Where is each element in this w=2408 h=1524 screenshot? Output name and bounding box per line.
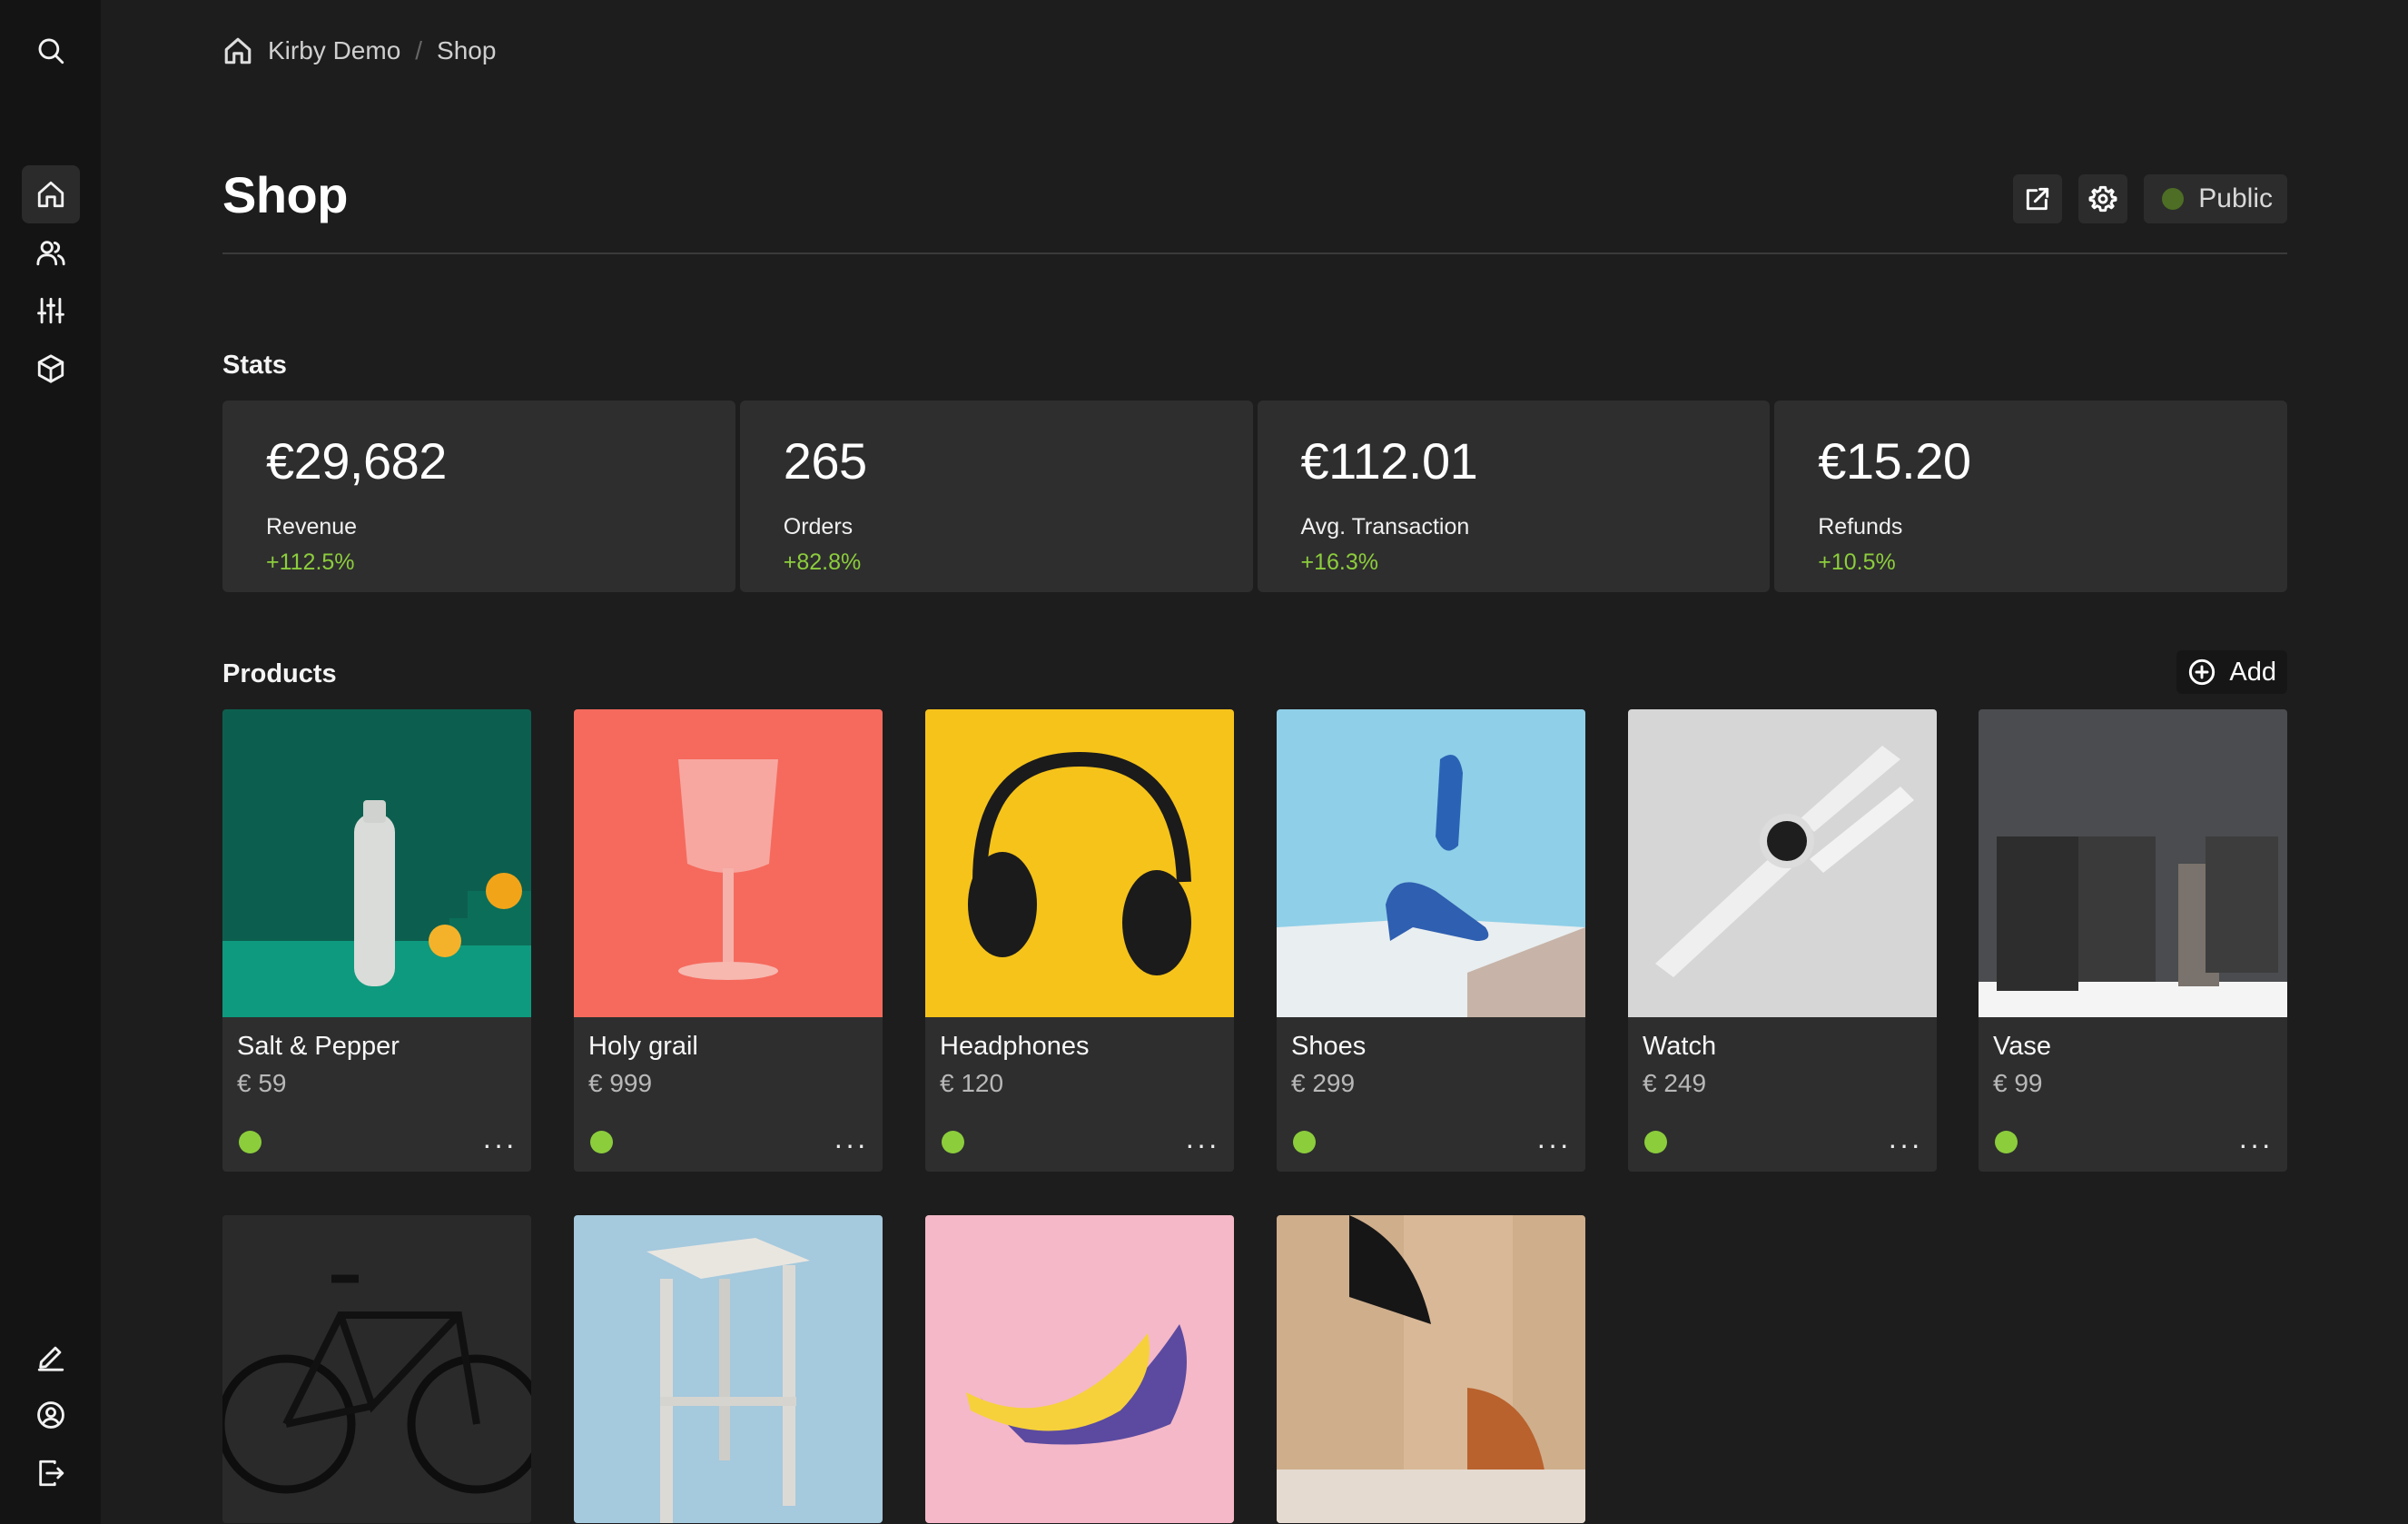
status-dot-icon[interactable]: [942, 1131, 964, 1153]
product-name: Headphones: [940, 1032, 1090, 1061]
stat-label: Avg. Transaction: [1300, 514, 1470, 539]
stat-value: €112.01: [1300, 432, 1478, 490]
edit-button[interactable]: [22, 1328, 80, 1386]
product-price: € 99: [1993, 1069, 2043, 1097]
product-price: € 120: [940, 1069, 1004, 1097]
stat-revenue: €29,682 Revenue +112.5%: [222, 401, 735, 592]
more-options-button[interactable]: ···: [482, 1130, 517, 1159]
header-divider: [222, 252, 2287, 254]
more-options-button[interactable]: ···: [1888, 1130, 1922, 1159]
settings-sliders-icon: [37, 297, 64, 324]
search-icon: [38, 38, 64, 64]
product-image: [574, 1215, 883, 1523]
sidebar-item-plugins[interactable]: [22, 340, 80, 398]
product-image: [222, 709, 531, 1017]
account-icon: [37, 1401, 64, 1429]
product-card[interactable]: Salt & Pepper € 59 ···: [222, 709, 531, 1172]
product-name: Watch: [1643, 1032, 1717, 1061]
stat-change: +10.5%: [1818, 549, 1896, 575]
product-image: [925, 709, 1234, 1017]
product-card[interactable]: [1277, 1215, 1585, 1523]
product-card[interactable]: [925, 1215, 1234, 1523]
product-image: [1628, 709, 1937, 1017]
add-product-button[interactable]: Add: [2176, 650, 2287, 694]
product-price: € 999: [588, 1069, 653, 1097]
status-dot-icon[interactable]: [239, 1131, 262, 1153]
external-link-icon: [2027, 187, 2049, 211]
header-actions: Public: [2013, 174, 2287, 223]
sidebar-item-site[interactable]: [22, 165, 80, 223]
product-image: [1277, 709, 1585, 1017]
product-card[interactable]: [574, 1215, 883, 1523]
home-icon[interactable]: [222, 35, 253, 66]
stat-value: €29,682: [266, 432, 447, 490]
product-card[interactable]: Shoes € 299 ···: [1277, 709, 1585, 1172]
stats-panel: €29,682 Revenue +112.5% 265 Orders +82.8…: [222, 401, 2287, 592]
product-image: [574, 709, 883, 1017]
page-title: Shop: [222, 166, 348, 223]
stat-refunds: €15.20 Refunds +10.5%: [1774, 401, 2287, 592]
gear-icon: [2088, 185, 2117, 213]
product-image: [1979, 709, 2287, 1017]
sidebar-item-system[interactable]: [22, 282, 80, 340]
home-icon: [37, 181, 64, 208]
product-image: [925, 1215, 1234, 1523]
add-label: Add: [2229, 657, 2276, 687]
product-image: [222, 1215, 531, 1523]
more-options-button[interactable]: ···: [1185, 1130, 1219, 1159]
logout-button[interactable]: [22, 1444, 80, 1502]
main-content: Kirby Demo / Shop Shop Public Stats €29,…: [222, 0, 2287, 1524]
search-button[interactable]: [22, 22, 80, 80]
product-card[interactable]: [222, 1215, 531, 1523]
stat-orders: 265 Orders +82.8%: [739, 401, 1253, 592]
stat-label: Orders: [783, 514, 854, 539]
product-name: Holy grail: [588, 1032, 698, 1061]
product-price: € 59: [237, 1069, 287, 1097]
sidebar: [0, 0, 101, 1524]
add-circle-icon: [2189, 658, 2216, 686]
product-name: Shoes: [1291, 1032, 1367, 1061]
more-options-button[interactable]: ···: [834, 1130, 868, 1159]
account-button[interactable]: [22, 1386, 80, 1444]
status-dot-icon[interactable]: [1293, 1131, 1316, 1153]
status-button[interactable]: Public: [2144, 174, 2287, 223]
products-heading: Products: [222, 659, 337, 688]
more-options-button[interactable]: ···: [2238, 1130, 2273, 1159]
stat-label: Revenue: [266, 514, 358, 539]
settings-button[interactable]: [2078, 174, 2128, 223]
sidebar-item-users[interactable]: [22, 223, 80, 282]
box-icon: [37, 354, 64, 383]
product-card[interactable]: Watch € 249 ···: [1628, 709, 1937, 1172]
breadcrumb-separator: /: [415, 36, 423, 64]
open-button[interactable]: [2013, 174, 2063, 223]
product-name: Vase: [1993, 1032, 2051, 1061]
stat-change: +16.3%: [1300, 549, 1379, 575]
status-dot-icon[interactable]: [1995, 1131, 2018, 1153]
product-price: € 299: [1291, 1069, 1356, 1097]
stat-label: Refunds: [1818, 514, 1903, 539]
stat-change: +112.5%: [266, 549, 355, 575]
status-dot-icon[interactable]: [590, 1131, 613, 1153]
product-name: Salt & Pepper: [237, 1032, 400, 1061]
breadcrumb-current[interactable]: Shop: [437, 36, 496, 65]
users-icon: [36, 241, 65, 266]
stat-avg-transaction: €112.01 Avg. Transaction +16.3%: [1257, 401, 1771, 592]
product-card[interactable]: Headphones € 120 ···: [925, 709, 1234, 1172]
product-price: € 249: [1643, 1069, 1707, 1097]
breadcrumb: Kirby Demo / Shop: [222, 31, 496, 71]
product-card[interactable]: Holy grail € 999 ···: [574, 709, 883, 1172]
product-image: [1277, 1215, 1585, 1523]
status-dot-icon[interactable]: [1644, 1131, 1667, 1153]
logout-icon: [39, 1460, 64, 1487]
stats-heading: Stats: [222, 351, 287, 380]
more-options-button[interactable]: ···: [1536, 1130, 1571, 1159]
stat-value: 265: [783, 432, 867, 490]
status-label: Public: [2198, 183, 2273, 213]
stat-change: +82.8%: [783, 549, 862, 575]
edit-icon: [37, 1346, 64, 1371]
stat-value: €15.20: [1818, 432, 1971, 490]
product-card[interactable]: Vase € 99 ···: [1979, 709, 2287, 1172]
breadcrumb-home[interactable]: Kirby Demo: [268, 36, 400, 65]
status-dot-icon: [2162, 188, 2185, 210]
